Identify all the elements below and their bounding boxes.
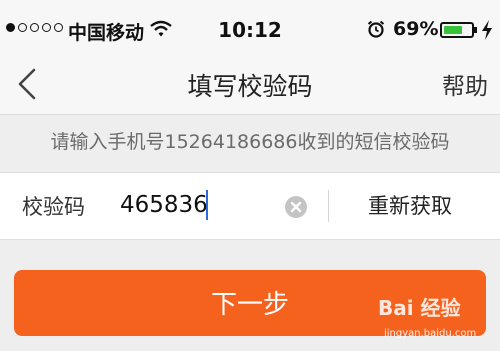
charging-icon (482, 20, 492, 40)
verification-code-input[interactable] (118, 187, 282, 223)
status-bar: 中国移动 10:12 69% (0, 0, 500, 54)
watermark-url: jingyan.baidu.com (384, 328, 477, 339)
verification-code-row: 校验码 重新获取 (0, 172, 500, 240)
battery-percent: 69% (393, 18, 439, 40)
clear-input-icon[interactable] (284, 195, 308, 219)
battery-icon (440, 22, 474, 38)
code-field-label: 校验码 (22, 195, 85, 219)
help-button[interactable]: 帮助 (442, 67, 488, 101)
alarm-icon (367, 20, 385, 38)
divider (328, 190, 329, 222)
battery-level (444, 26, 462, 34)
navigation-bar: 填写校验码 帮助 (0, 54, 500, 115)
page-title: 填写校验码 (187, 72, 313, 101)
battery-cap (474, 27, 477, 33)
resend-code-button[interactable]: 重新获取 (368, 190, 452, 220)
sms-hint-text: 请输入手机号15264186686收到的短信校验码 (50, 131, 450, 153)
watermark-logo-text: Bai 经验 (378, 296, 461, 320)
text-caret (206, 190, 208, 220)
baidu-jingyan-watermark: Bai 经验 jingyan.baidu.com (378, 292, 496, 344)
